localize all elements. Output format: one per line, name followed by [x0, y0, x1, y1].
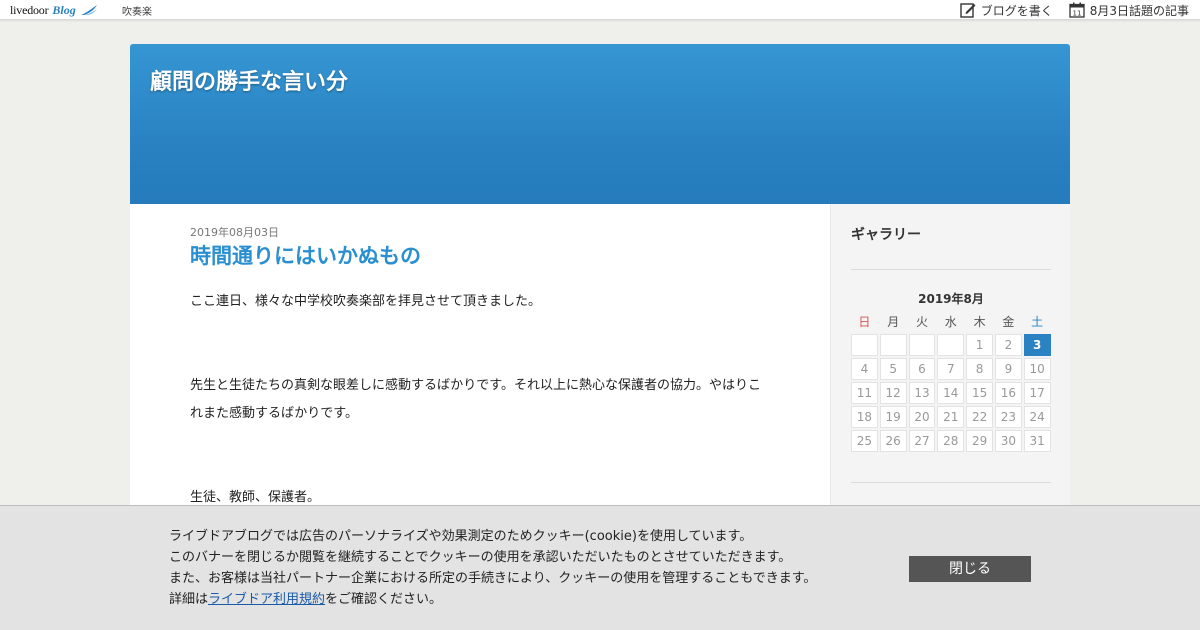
- logo-blog-text: Blog: [52, 2, 76, 17]
- calendar-day: 28: [937, 430, 965, 452]
- calendar-day: 11: [851, 382, 878, 404]
- calendar-day: 26: [879, 430, 907, 452]
- sidebar-divider: [851, 482, 1051, 483]
- calendar-week-row: 4 5 6 7 8 9 10: [851, 358, 1051, 380]
- category-link[interactable]: 吹奏楽: [122, 3, 152, 18]
- calendar-week-row: 123: [851, 334, 1051, 356]
- write-blog-button[interactable]: ブログを書く: [960, 2, 1053, 19]
- logo-livedoor-text: livedoor: [10, 2, 49, 17]
- calendar-weekday: 火: [915, 315, 928, 329]
- calendar-week-row: 18 19 20 21 22 23 24: [851, 406, 1051, 428]
- calendar-weekday-row: 日月火水木金土: [851, 312, 1051, 332]
- calendar-day: 17: [1023, 382, 1051, 404]
- calendar-empty-cell: [851, 334, 878, 356]
- calendar-weekday: 月: [887, 315, 900, 329]
- calendar-day: 25: [851, 430, 878, 452]
- calendar-day: 7: [937, 358, 965, 380]
- terms-link[interactable]: ライブドア利用規約: [208, 592, 325, 607]
- topic-articles-button[interactable]: 11 8月3日話題の記事: [1069, 2, 1189, 19]
- calendar-day: 18: [851, 406, 878, 428]
- calendar-weekday: 木: [973, 315, 986, 329]
- cookie-line: 詳細はライブドア利用規約をご確認ください。: [169, 589, 816, 610]
- blog-title[interactable]: 顧問の勝手な言い分: [150, 64, 348, 96]
- calendar-empty-cell: [937, 334, 965, 356]
- wing-icon: [80, 5, 97, 15]
- cookie-line-suffix: をご確認ください。: [325, 592, 443, 607]
- calendar: 日月火水木金土 1 2 3 4 5 6 7 8 9 10 11 12 13 14 15 16 17 18 19 20 2…: [851, 312, 1051, 454]
- calendar-day: 16: [994, 382, 1022, 404]
- calendar-day[interactable]: 3: [1023, 334, 1051, 356]
- calendar-day: 8: [966, 358, 993, 380]
- calendar-day: 27: [908, 430, 936, 452]
- livedoor-blog-logo[interactable]: livedoor Blog: [10, 2, 98, 18]
- calendar-day: 31: [1023, 430, 1051, 452]
- calendar-weekday: 土: [1031, 315, 1044, 329]
- calendar-empty-cell: [879, 334, 907, 356]
- write-blog-label: ブログを書く: [980, 3, 1053, 18]
- topic-articles-label: 8月3日話題の記事: [1089, 3, 1189, 18]
- calendar-day: 24: [1023, 406, 1051, 428]
- cookie-line: このバナーを閉じるか閲覧を継続することでクッキーの使用を承認いただいたものとさせ…: [169, 550, 792, 565]
- calendar-week-row: 25 26 27 28 29 30 31: [851, 430, 1051, 452]
- calendar-weekday: 水: [944, 315, 957, 329]
- calendar-week-row: 11 12 13 14 15 16 17: [851, 382, 1051, 404]
- cookie-line: また、お客様は当社パートナー企業における所定の手続きにより、クッキーの使用を管理…: [169, 571, 817, 586]
- calendar-day: 5: [879, 358, 907, 380]
- calendar-day: 2: [994, 334, 1022, 356]
- cookie-line: ライブドアブログでは広告のパーソナライズや効果測定のためクッキー(cookie)…: [169, 529, 753, 544]
- pencil-note-icon: [960, 3, 976, 18]
- gallery-heading: ギャラリー: [851, 227, 921, 243]
- calendar-weekday: 日: [858, 315, 871, 329]
- post-paragraph: ここ連日、様々な中学校吹奏楽部を拝見させて頂きました。: [190, 294, 542, 309]
- calendar-icon-day: 11: [1072, 9, 1081, 17]
- sidebar-divider: [851, 269, 1051, 270]
- calendar-day: 19: [879, 406, 907, 428]
- top-bar: livedoor Blog 吹奏楽 ブログを書く 11 8月3日話題の記事: [0, 0, 1200, 20]
- cookie-notice: ライブドアブログでは広告のパーソナライズや効果測定のためクッキー(cookie)…: [169, 526, 816, 610]
- calendar-day: 22: [966, 406, 993, 428]
- calendar-day: 1: [966, 334, 993, 356]
- blog-header: 顧問の勝手な言い分: [130, 44, 1070, 204]
- calendar-day: 14: [937, 382, 965, 404]
- calendar-month-title: 2019年8月: [918, 292, 984, 306]
- calendar-day: 6: [908, 358, 936, 380]
- calendar-day: 21: [937, 406, 965, 428]
- calendar-grid: 1 2 3 4 5 6 7 8 9 10 11 12 13 14 15 16 17 18 19 20 21 22 23 24 2…: [851, 334, 1051, 452]
- calendar-day: 29: [966, 430, 993, 452]
- calendar-icon: 11: [1069, 2, 1085, 18]
- calendar-day: 30: [994, 430, 1022, 452]
- cookie-banner: ライブドアブログでは広告のパーソナライズや効果測定のためクッキー(cookie)…: [0, 505, 1200, 630]
- close-banner-button[interactable]: 閉じる: [909, 556, 1031, 582]
- calendar-day: 12: [879, 382, 907, 404]
- calendar-day: 15: [966, 382, 993, 404]
- post-date: 2019年08月03日: [190, 226, 279, 239]
- calendar-day: 10: [1023, 358, 1051, 380]
- calendar-day: 20: [908, 406, 936, 428]
- calendar-day: 23: [994, 406, 1022, 428]
- calendar-empty-cell: [908, 334, 936, 356]
- cookie-line-prefix: 詳細は: [169, 592, 209, 607]
- post-title[interactable]: 時間通りにはいかぬもの: [190, 240, 421, 270]
- calendar-day: 13: [908, 382, 936, 404]
- calendar-day: 4: [851, 358, 878, 380]
- post-paragraph: 先生と生徒たちの真剣な眼差しに感動するばかりです。それ以上に熱心な保護者の協力。…: [190, 378, 761, 421]
- calendar-day: 9: [994, 358, 1022, 380]
- calendar-weekday: 金: [1002, 315, 1015, 329]
